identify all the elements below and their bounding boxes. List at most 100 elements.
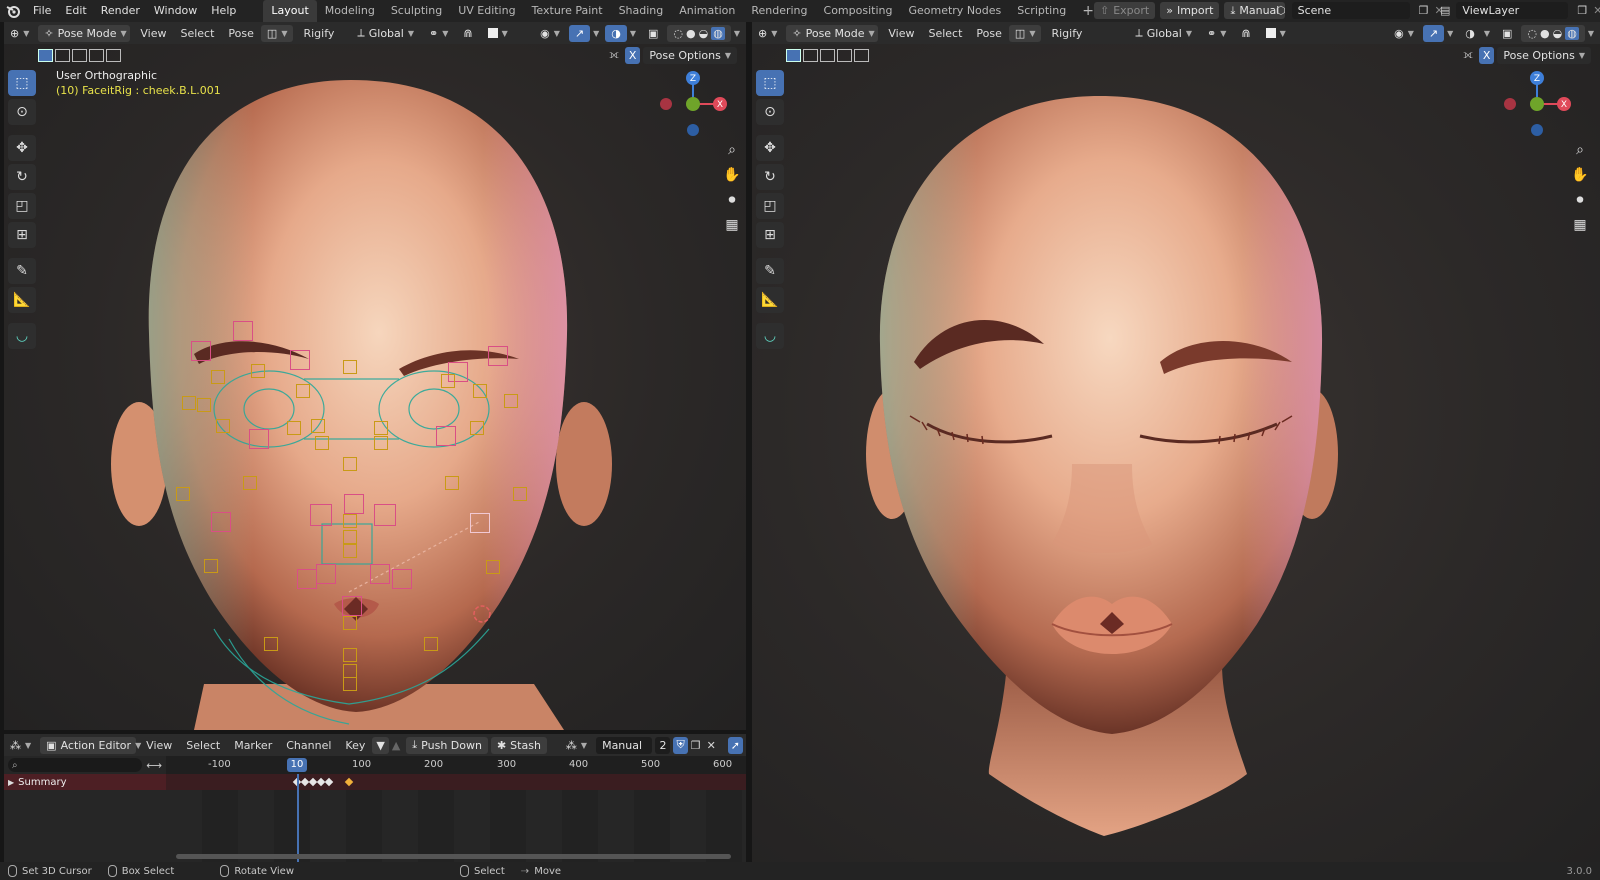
select-new-icon[interactable] [38, 48, 53, 62]
hand-pan-icon[interactable]: ✋ [720, 163, 744, 187]
xray-toggle[interactable]: ▣ [1496, 25, 1518, 42]
bone-control[interactable] [182, 396, 196, 410]
right-viewport[interactable]: ⬚ ⊙ ✥ ↻ ◰ ⊞ ✎ 📐 ◡ Z X ⌕ ✋ ⏺ ▦ [752, 44, 1600, 862]
overlay-toggle[interactable]: ◑ [1459, 25, 1481, 42]
bone-control[interactable] [197, 398, 211, 412]
blender-logo-icon[interactable] [0, 4, 26, 18]
bone-control[interactable] [211, 370, 225, 384]
tab-sculpting[interactable]: Sculpting [383, 0, 450, 22]
menu-rigify[interactable]: Rigify [296, 27, 341, 40]
scale-tool[interactable]: ◰ [756, 193, 784, 219]
select-box-tool[interactable]: ⬚ [8, 70, 36, 96]
material-shading-icon[interactable]: ◒ [1553, 27, 1563, 40]
annotate-tool[interactable]: ✎ [8, 258, 36, 284]
bone-control[interactable] [243, 476, 257, 490]
only-selected-toggle[interactable]: ➚ [727, 736, 743, 754]
menu-window[interactable]: Window [147, 0, 204, 22]
unlink-action-icon[interactable]: ✕ [707, 739, 716, 752]
bone-control[interactable] [216, 419, 230, 433]
gizmo-toggle[interactable]: ↗ [1422, 24, 1445, 42]
action-name-field[interactable]: Manual [596, 736, 653, 754]
visibility-selector[interactable]: ◉ ▼ [1388, 25, 1420, 42]
keying-selector[interactable]: ◫ ▼ [1008, 24, 1042, 42]
fake-user-toggle[interactable]: ⛨ [673, 736, 688, 754]
grid-icon[interactable]: ▦ [720, 213, 744, 237]
duplicate-action-icon[interactable]: ❐ [691, 739, 701, 752]
select-mode-buttons[interactable] [38, 48, 121, 62]
menu-marker[interactable]: Marker [227, 739, 279, 752]
select-intersect-icon[interactable] [854, 48, 869, 62]
menu-edit[interactable]: Edit [58, 0, 93, 22]
select-mode-buttons[interactable] [786, 48, 869, 62]
tab-shading[interactable]: Shading [611, 0, 672, 22]
bone-control[interactable] [343, 648, 357, 662]
action-editor-body[interactable]: ⌕ ⟷ ▶ Summary -100 100 200 300 400 500 6… [4, 756, 746, 862]
menu-view[interactable]: View [881, 27, 921, 40]
measure-tool[interactable]: 📐 [8, 287, 36, 313]
shading-modes[interactable]: ◌ ● ◒ ◍ [1521, 24, 1585, 42]
material-shading-icon[interactable]: ◒ [699, 27, 709, 40]
tab-uv-editing[interactable]: UV Editing [450, 0, 523, 22]
transform-orientation[interactable]: ⟂ Global ▼ [1129, 25, 1198, 42]
tab-animation[interactable]: Animation [671, 0, 743, 22]
layer-prev-button[interactable]: ▼ [372, 736, 389, 754]
bone-control[interactable] [488, 346, 508, 366]
snap-target[interactable]: ▼ [482, 25, 514, 42]
visibility-selector[interactable]: ◉ ▼ [534, 25, 566, 42]
horizontal-scrollbar[interactable] [176, 854, 731, 859]
push-down-button[interactable]: ⤓ Push Down [406, 736, 488, 754]
select-extend-icon[interactable] [55, 48, 70, 62]
bone-control[interactable] [374, 436, 388, 450]
shading-modes[interactable]: ◌ ● ◒ ◍ [667, 24, 731, 42]
rendered-shading-icon[interactable]: ◍ [711, 26, 725, 40]
duplicate-scene-icon[interactable]: ❐ [1419, 4, 1429, 17]
tab-compositing[interactable]: Compositing [816, 0, 901, 22]
bone-control[interactable] [436, 426, 456, 446]
bone-control[interactable] [176, 487, 190, 501]
keyframe-area[interactable] [166, 774, 746, 862]
snap-toggle[interactable]: ⋒ [457, 25, 478, 42]
shading-dropdown[interactable]: ▼ [734, 29, 740, 38]
menu-select[interactable]: Select [179, 739, 227, 752]
bone-control[interactable] [370, 564, 390, 584]
menu-select[interactable]: Select [921, 27, 969, 40]
select-new-icon[interactable] [786, 48, 801, 62]
select-subtract-icon[interactable] [72, 48, 87, 62]
bone-control[interactable] [296, 384, 310, 398]
bone-control[interactable] [342, 596, 362, 616]
rendered-shading-icon[interactable]: ◍ [1565, 26, 1579, 40]
tab-modeling[interactable]: Modeling [317, 0, 383, 22]
selected-bone-control[interactable] [470, 513, 490, 533]
menu-view[interactable]: View [139, 739, 179, 752]
editor-type-selector[interactable]: ⊕ ▼ [4, 25, 35, 42]
bone-control[interactable] [343, 677, 357, 691]
select-subtract-icon[interactable] [820, 48, 835, 62]
bone-control[interactable] [343, 514, 357, 528]
navigation-gizmo[interactable]: Z X [1502, 70, 1572, 140]
editor-type-selector[interactable]: ⊕ ▼ [752, 25, 783, 42]
zoom-icon[interactable]: ⌕ [720, 138, 744, 162]
rotate-tool[interactable]: ↻ [756, 164, 784, 190]
expand-triangle-icon[interactable]: ▶ [8, 778, 14, 787]
bone-control[interactable] [316, 564, 336, 584]
move-tool[interactable]: ✥ [756, 135, 784, 161]
zoom-icon[interactable]: ⌕ [1568, 138, 1592, 162]
keying-selector[interactable]: ◫ ▼ [260, 24, 294, 42]
snap-target[interactable]: ▼ [1260, 25, 1292, 42]
select-box-tool[interactable]: ⬚ [756, 70, 784, 96]
triangle-up-icon[interactable]: ▲ [392, 739, 400, 752]
relax-pose-tool[interactable]: ◡ [756, 323, 784, 349]
cursor-tool[interactable]: ⊙ [756, 99, 784, 125]
bone-control[interactable] [343, 457, 357, 471]
mirror-icon[interactable]: ⟗ [1463, 48, 1473, 62]
bone-control[interactable] [297, 569, 317, 589]
viewlayer-selector[interactable]: ViewLayer [1456, 2, 1569, 19]
tab-texture-paint[interactable]: Texture Paint [524, 0, 611, 22]
pivot-selector[interactable]: ⚭ ▼ [1201, 25, 1232, 42]
bone-control[interactable] [343, 530, 357, 544]
select-invert-icon[interactable] [837, 48, 852, 62]
bone-control[interactable] [504, 394, 518, 408]
pose-options-dropdown[interactable]: Pose Options ▼ [643, 46, 737, 64]
bone-control[interactable] [374, 504, 396, 526]
wireframe-shading-icon[interactable]: ◌ [1527, 27, 1537, 40]
